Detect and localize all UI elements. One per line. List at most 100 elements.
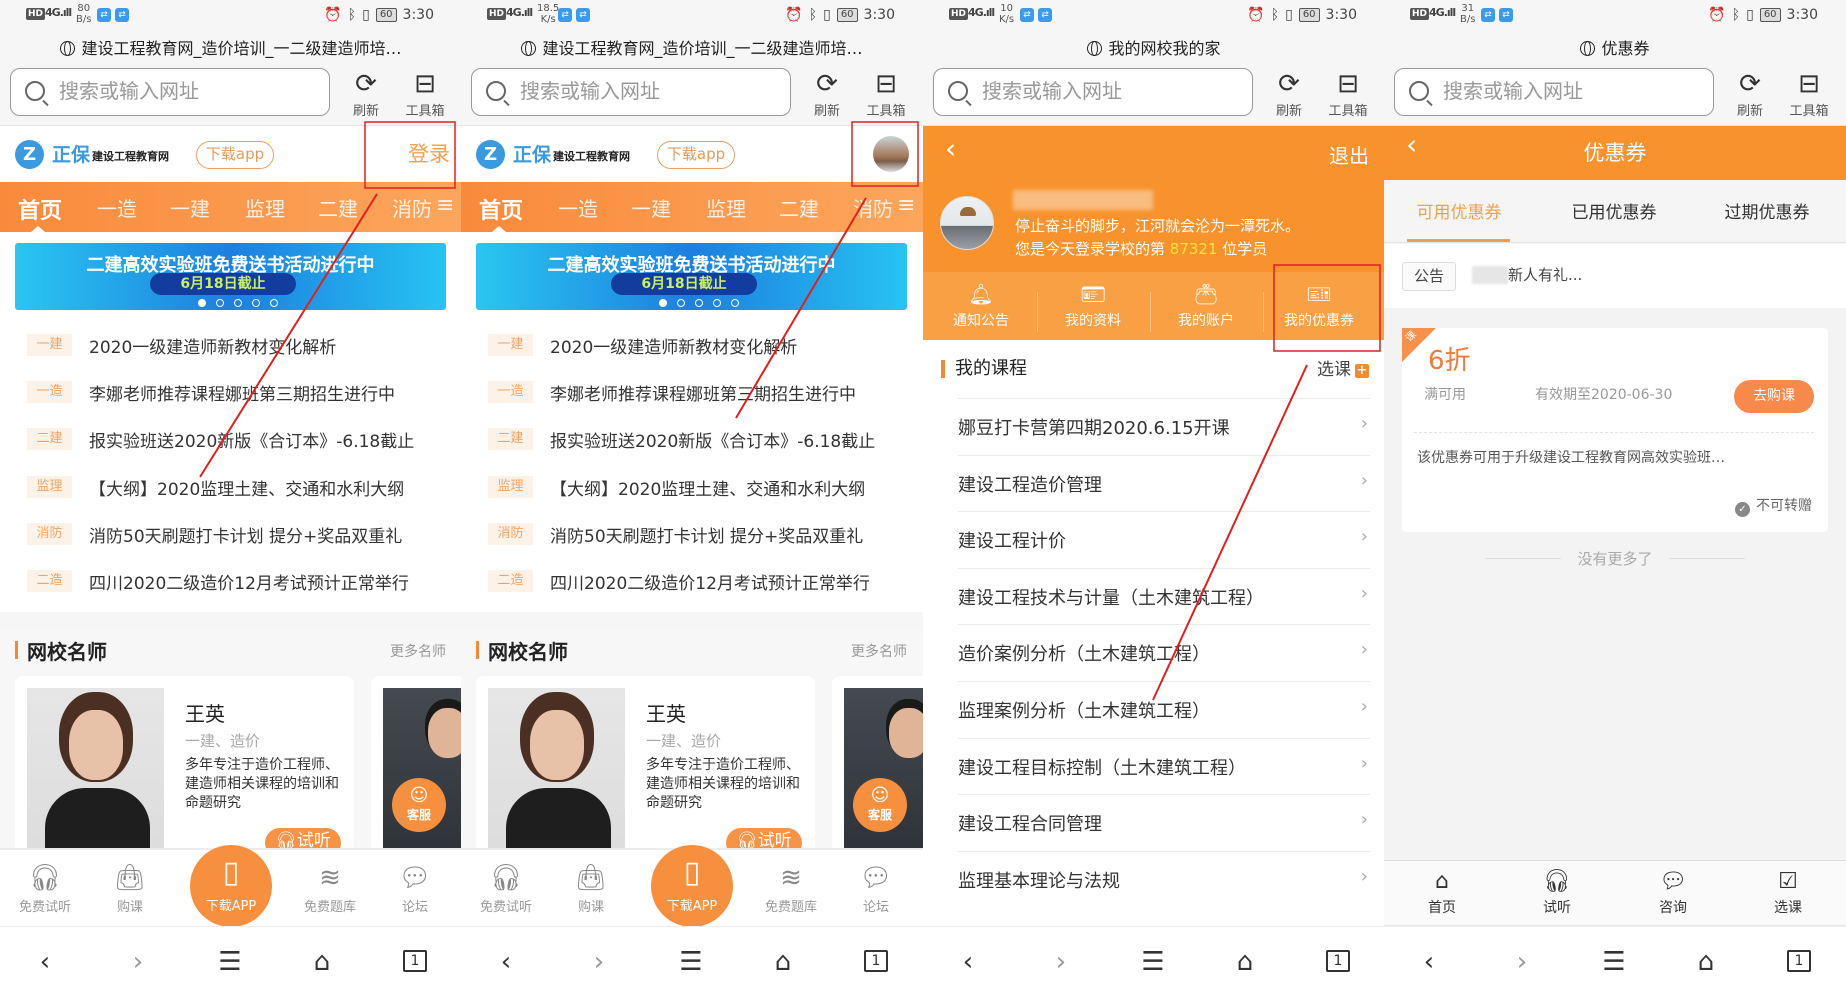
nav-item[interactable]: 二建 bbox=[318, 193, 358, 222]
news-item[interactable]: 二建 报实验班送2020新版《合订本》-6.18截止 bbox=[0, 416, 462, 463]
forward-icon[interactable]: › bbox=[1502, 947, 1542, 977]
tab-item[interactable]: 🎧︎ 试听 bbox=[1522, 867, 1592, 917]
carousel-dot[interactable] bbox=[713, 299, 721, 307]
pick-course-button[interactable]: 选课 + bbox=[1317, 355, 1369, 380]
back-icon[interactable]: ‹ bbox=[486, 947, 526, 977]
nav-item[interactable]: 首页 bbox=[479, 193, 523, 225]
home-icon[interactable]: ⌂ bbox=[763, 947, 803, 977]
carousel-dot[interactable] bbox=[659, 299, 667, 307]
coupon-tab[interactable]: 已用优惠券 bbox=[1544, 198, 1684, 223]
tab-item[interactable]: ☑ 选课 bbox=[1753, 867, 1823, 917]
tabs-count-icon[interactable]: 1 bbox=[402, 950, 428, 972]
nav-item[interactable]: 监理 bbox=[706, 193, 746, 222]
nav-more-icon[interactable]: ≡ bbox=[897, 193, 915, 218]
tabs-count-icon[interactable]: 1 bbox=[863, 950, 889, 972]
menu-item[interactable]: 🎫︎ 我的优惠券 bbox=[1264, 282, 1374, 330]
download-app-tab[interactable]: ▯ 下载APP bbox=[651, 845, 733, 927]
address-search-input[interactable]: 搜索或输入网址 bbox=[10, 68, 330, 116]
promo-banner[interactable]: 二建高效实验班免费送书活动进行中 6月18日截止 bbox=[476, 243, 907, 310]
logout-button[interactable]: 退出 bbox=[1329, 140, 1369, 169]
back-icon[interactable]: ‹ bbox=[945, 132, 956, 165]
forward-icon[interactable]: › bbox=[1041, 947, 1081, 977]
download-app-button[interactable]: 下载app bbox=[196, 141, 274, 169]
tabs-count-icon[interactable]: 1 bbox=[1325, 950, 1351, 972]
news-item[interactable]: 一造 李娜老师推荐课程娜班第三期招生进行中 bbox=[461, 369, 923, 416]
nav-item[interactable]: 监理 bbox=[245, 193, 285, 222]
course-item[interactable]: 监理基本理论与法规 › bbox=[958, 850, 1370, 907]
tab-item[interactable]: 💬︎ 论坛 bbox=[380, 860, 450, 915]
news-item[interactable]: 监理 【大纲】2020监理土建、交通和水利大纲 bbox=[461, 464, 923, 511]
toolbox-button[interactable]: ⊟ 工具箱 bbox=[400, 68, 450, 119]
carousel-dot[interactable] bbox=[695, 299, 703, 307]
news-item[interactable]: 一造 李娜老师推荐课程娜班第三期招生进行中 bbox=[0, 369, 462, 416]
customer-service-button[interactable]: ☺ 客服 bbox=[853, 778, 907, 832]
download-app-tab[interactable]: ▯ 下载APP bbox=[190, 845, 272, 927]
tab-item[interactable]: ⌂ 首页 bbox=[1407, 867, 1477, 917]
carousel-dot[interactable] bbox=[216, 299, 224, 307]
carousel-dot[interactable] bbox=[677, 299, 685, 307]
course-item[interactable]: 建设工程造价管理 › bbox=[958, 454, 1370, 511]
nav-item[interactable]: 一建 bbox=[170, 193, 210, 222]
refresh-button[interactable]: ⟳ 刷新 bbox=[802, 68, 852, 119]
nav-item[interactable]: 消防 bbox=[853, 193, 893, 222]
carousel-dot[interactable] bbox=[198, 299, 206, 307]
toolbox-button[interactable]: ⊟ 工具箱 bbox=[1784, 68, 1834, 119]
tab-item[interactable]: 💬︎ 咨询 bbox=[1638, 867, 1708, 917]
refresh-button[interactable]: ⟳ 刷新 bbox=[1725, 68, 1775, 119]
news-item[interactable]: 二建 报实验班送2020新版《合订本》-6.18截止 bbox=[461, 416, 923, 463]
course-item[interactable]: 造价案例分析（土木建筑工程） › bbox=[958, 624, 1370, 680]
more-teachers-link[interactable]: 更多名师 bbox=[851, 641, 907, 661]
menu-icon[interactable]: ☰ bbox=[210, 947, 250, 977]
nav-item[interactable]: 二建 bbox=[779, 193, 819, 222]
tab-item[interactable]: 👜︎ 购课 bbox=[95, 860, 165, 915]
toolbox-button[interactable]: ⊟ 工具箱 bbox=[861, 68, 911, 119]
nav-item[interactable]: 消防 bbox=[392, 193, 432, 222]
course-item[interactable]: 建设工程合同管理 › bbox=[958, 794, 1370, 850]
menu-icon[interactable]: ☰ bbox=[1594, 947, 1634, 977]
forward-icon[interactable]: › bbox=[118, 947, 158, 977]
menu-item[interactable]: 🪪︎ 我的资料 bbox=[1038, 282, 1148, 330]
tab-item[interactable]: 👜︎ 购课 bbox=[556, 860, 626, 915]
nav-more-icon[interactable]: ≡ bbox=[436, 193, 454, 218]
tab-item[interactable]: 💬︎ 论坛 bbox=[841, 860, 911, 915]
nav-item[interactable]: 首页 bbox=[18, 193, 62, 225]
promo-banner[interactable]: 二建高效实验班免费送书活动进行中 6月18日截止 bbox=[15, 243, 446, 310]
nav-item[interactable]: 一造 bbox=[558, 193, 598, 222]
course-item[interactable]: 娜豆打卡营第四期2020.6.15开课 › bbox=[958, 398, 1370, 454]
news-item[interactable]: 二造 四川2020二级造价12月考试预计正常举行 bbox=[0, 558, 462, 605]
coupon-tab[interactable]: 可用优惠券 bbox=[1389, 198, 1529, 223]
course-item[interactable]: 建设工程技术与计量（土木建筑工程） › bbox=[958, 567, 1370, 624]
user-avatar[interactable] bbox=[873, 136, 909, 172]
tab-item[interactable]: 🎧︎ 免费试听 bbox=[10, 860, 80, 915]
menu-icon[interactable]: ☰ bbox=[671, 947, 711, 977]
home-icon[interactable]: ⌂ bbox=[302, 947, 342, 977]
tab-item[interactable]: ≋ 免费题库 bbox=[756, 860, 826, 915]
carousel-dot[interactable] bbox=[234, 299, 242, 307]
back-icon[interactable]: ‹ bbox=[25, 947, 65, 977]
tab-item[interactable]: ≋ 免费题库 bbox=[295, 860, 365, 915]
tab-item[interactable]: 🎧︎ 免费试听 bbox=[471, 860, 541, 915]
site-logo-icon[interactable]: Z bbox=[476, 140, 505, 169]
address-search-input[interactable]: 搜索或输入网址 bbox=[933, 68, 1253, 116]
address-search-input[interactable]: 搜索或输入网址 bbox=[1394, 68, 1714, 116]
login-link[interactable]: 登录 bbox=[408, 138, 450, 168]
course-item[interactable]: 建设工程计价 › bbox=[958, 511, 1370, 567]
news-item[interactable]: 二造 四川2020二级造价12月考试预计正常举行 bbox=[461, 558, 923, 605]
site-logo-icon[interactable]: Z bbox=[15, 140, 44, 169]
home-icon[interactable]: ⌂ bbox=[1686, 947, 1726, 977]
menu-item[interactable]: 👛︎ 我的账户 bbox=[1151, 282, 1261, 330]
buy-course-button[interactable]: 去购课 bbox=[1734, 380, 1814, 413]
news-item[interactable]: 一建 2020一级建造师新教材变化解析 bbox=[461, 322, 923, 369]
course-item[interactable]: 监理案例分析（土木建筑工程） › bbox=[958, 681, 1370, 737]
refresh-button[interactable]: ⟳ 刷新 bbox=[341, 68, 391, 119]
download-app-button[interactable]: 下载app bbox=[657, 141, 735, 169]
menu-item[interactable]: 🔔︎ 通知公告 bbox=[926, 282, 1036, 330]
refresh-button[interactable]: ⟳ 刷新 bbox=[1264, 68, 1314, 119]
address-search-input[interactable]: 搜索或输入网址 bbox=[471, 68, 791, 116]
news-item[interactable]: 监理 【大纲】2020监理土建、交通和水利大纲 bbox=[0, 464, 462, 511]
tabs-count-icon[interactable]: 1 bbox=[1786, 950, 1812, 972]
news-item[interactable]: 一建 2020一级建造师新教材变化解析 bbox=[0, 322, 462, 369]
menu-icon[interactable]: ☰ bbox=[1133, 947, 1173, 977]
user-avatar[interactable] bbox=[940, 196, 994, 250]
carousel-dot[interactable] bbox=[731, 299, 739, 307]
